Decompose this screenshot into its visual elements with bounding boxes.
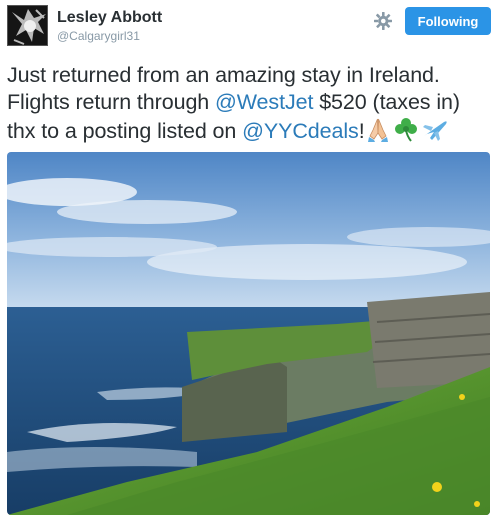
user-handle[interactable]: @Calgarygirl31 — [57, 29, 140, 43]
tweet-line-2-post: $520 (taxes in) — [313, 90, 460, 114]
following-button[interactable]: Following — [405, 7, 491, 35]
emoji-group — [365, 116, 449, 142]
mention-yycdeals-link[interactable]: @YYCdeals — [242, 119, 359, 143]
praying-hands-icon — [367, 118, 388, 142]
mention-westjet-link[interactable]: @WestJet — [215, 90, 313, 114]
tweet-text: Just returned from an amazing stay in Ir… — [7, 62, 495, 145]
tweet-photo[interactable] — [7, 152, 490, 515]
tweet-line-3-pre: thx to a posting listed on — [7, 119, 243, 143]
cliffs-photo-illustration — [7, 152, 490, 515]
display-name[interactable]: Lesley Abbott — [57, 9, 162, 27]
tweet-header: Lesley Abbott @Calgarygirl31 Following — [0, 0, 500, 56]
airplane-icon — [422, 121, 447, 141]
gear-icon[interactable] — [372, 10, 394, 32]
shamrock-icon — [394, 118, 417, 142]
tweet-line-1: Just returned from an amazing stay in Ir… — [7, 63, 440, 87]
avatar[interactable] — [7, 5, 48, 46]
tweet-line-2-pre: Flights return through — [7, 90, 216, 114]
